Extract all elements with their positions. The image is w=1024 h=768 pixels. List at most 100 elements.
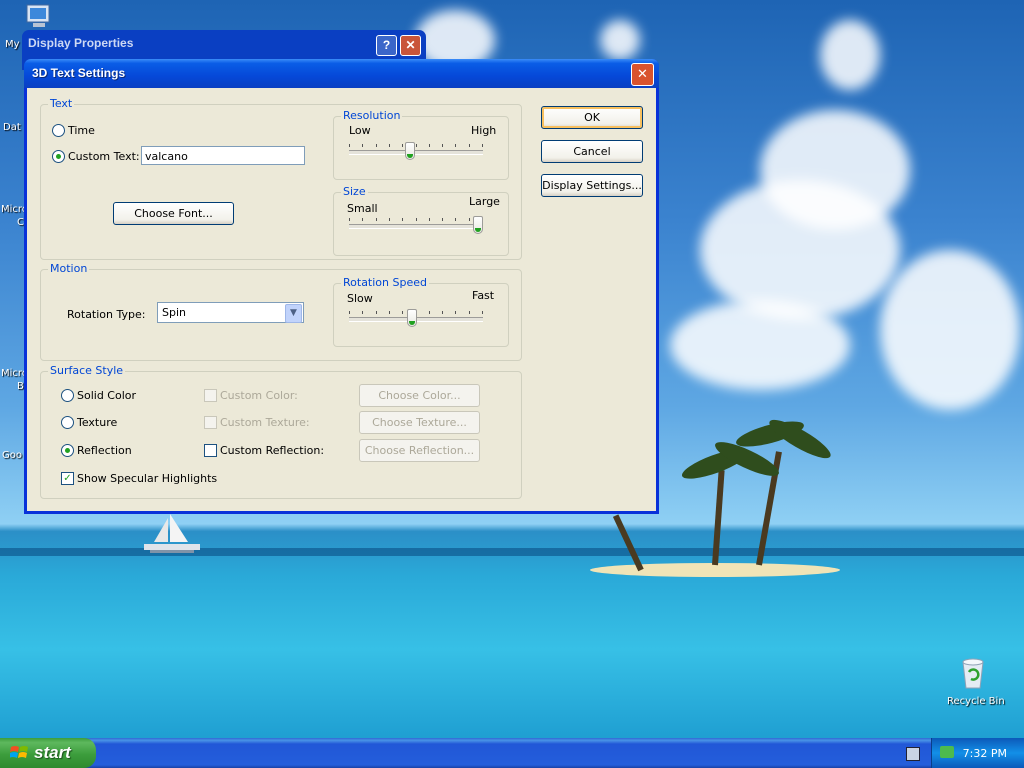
resolution-min-label: Low — [349, 124, 371, 137]
cloud — [760, 110, 910, 230]
palm-trunk — [612, 514, 644, 572]
help-button[interactable]: ? — [376, 35, 397, 56]
custom-texture-label: Custom Texture: — [220, 416, 310, 429]
3d-text-settings-dialog: 3D Text Settings ✕ Text Time Custom Text… — [24, 59, 659, 514]
rotation-speed-max-label: Fast — [472, 289, 495, 302]
close-button[interactable]: ✕ — [400, 35, 421, 56]
rotation-type-label: Rotation Type: — [67, 308, 146, 321]
slider-tick — [402, 218, 403, 221]
slider-tick — [455, 144, 456, 147]
slider-tick — [362, 311, 363, 314]
slider-thumb[interactable] — [405, 142, 415, 160]
slider-tick — [469, 218, 470, 221]
dialog-title-bar[interactable]: 3D Text Settings ✕ — [24, 59, 659, 88]
cloud — [670, 300, 850, 390]
cancel-button[interactable]: Cancel — [541, 140, 643, 163]
size-label: Size — [341, 185, 368, 198]
chevron-down-icon[interactable]: ▼ — [285, 304, 302, 323]
rotation-type-select[interactable]: Spin ▼ — [157, 302, 304, 323]
texture-radio[interactable] — [61, 416, 74, 429]
size-max-label: Large — [469, 195, 500, 208]
slider-thumb[interactable] — [473, 216, 483, 234]
slider-tick — [482, 144, 483, 147]
slider-tick — [442, 144, 443, 147]
slider-thumb[interactable] — [407, 309, 417, 327]
rotation-type-value: Spin — [162, 306, 186, 319]
desktop-icon-label[interactable]: Dat — [3, 122, 21, 133]
custom-color-label: Custom Color: — [220, 389, 298, 402]
desktop-icon-label[interactable]: B — [17, 381, 24, 392]
choose-texture-button[interactable]: Choose Texture... — [359, 411, 480, 434]
recycle-bin-icon[interactable] — [958, 656, 988, 690]
slider-tick — [429, 144, 430, 147]
choose-font-button[interactable]: Choose Font... — [113, 202, 234, 225]
slider-tick — [455, 218, 456, 221]
slider-tick — [389, 218, 390, 221]
slider-tick — [416, 218, 417, 221]
solid-color-radio[interactable] — [61, 389, 74, 402]
desktop-icon-label[interactable]: My — [5, 39, 20, 50]
slider-track[interactable] — [349, 150, 483, 155]
choose-reflection-button[interactable]: Choose Reflection... — [359, 439, 480, 462]
my-computer-icon[interactable] — [24, 4, 54, 30]
recycle-bin-label[interactable]: Recycle Bin — [947, 696, 1005, 707]
reflection-radio[interactable] — [61, 444, 74, 457]
resolution-slider[interactable] — [349, 142, 483, 172]
time-radio[interactable] — [52, 124, 65, 137]
keyboard-icon[interactable] — [906, 747, 920, 761]
cloud — [600, 20, 640, 60]
surface-style-label: Surface Style — [48, 364, 126, 377]
reflection-label[interactable]: Reflection — [77, 444, 132, 457]
start-button[interactable]: start — [0, 738, 96, 768]
slider-tick — [349, 144, 350, 147]
slider-tick — [349, 311, 350, 314]
ok-button[interactable]: OK — [541, 106, 643, 129]
size-slider[interactable] — [349, 216, 483, 246]
custom-texture-checkbox[interactable] — [204, 416, 217, 429]
window-title: Display Properties — [28, 36, 134, 50]
windows-logo-icon — [10, 746, 28, 758]
slider-tick — [362, 144, 363, 147]
custom-text-label[interactable]: Custom Text: — [68, 150, 140, 163]
taskbar: start 7:32 PM — [0, 738, 1024, 768]
slider-tick — [482, 311, 483, 314]
slider-tick — [376, 144, 377, 147]
slider-tick — [376, 311, 377, 314]
cloud — [880, 250, 1020, 410]
slider-tick — [469, 311, 470, 314]
specular-highlights-checkbox[interactable]: ✓ — [61, 472, 74, 485]
custom-reflection-label[interactable]: Custom Reflection: — [220, 444, 324, 457]
custom-reflection-checkbox[interactable] — [204, 444, 217, 457]
slider-tick — [469, 144, 470, 147]
choose-color-button[interactable]: Choose Color... — [359, 384, 480, 407]
system-tray: 7:32 PM — [931, 738, 1024, 768]
network-icon[interactable] — [940, 746, 954, 758]
time-label[interactable]: Time — [68, 124, 95, 137]
dialog-close-button[interactable]: ✕ — [631, 63, 654, 86]
slider-tick — [402, 311, 403, 314]
custom-text-radio[interactable] — [52, 150, 65, 163]
texture-label[interactable]: Texture — [77, 416, 117, 429]
size-min-label: Small — [347, 202, 378, 215]
slider-tick — [389, 311, 390, 314]
custom-text-input[interactable]: valcano — [141, 146, 305, 165]
display-settings-button[interactable]: Display Settings... — [541, 174, 643, 197]
start-label: start — [34, 743, 71, 762]
clock[interactable]: 7:32 PM — [963, 747, 1007, 760]
slider-track[interactable] — [349, 224, 483, 229]
motion-group-label: Motion — [48, 262, 90, 275]
rotation-speed-slider[interactable] — [349, 309, 483, 339]
desktop-icon-label[interactable]: C — [17, 217, 24, 228]
desktop-icon-label[interactable]: Goo — [2, 450, 22, 461]
resolution-label: Resolution — [341, 109, 403, 122]
slider-tick — [429, 218, 430, 221]
resolution-max-label: High — [471, 124, 497, 137]
slider-tick — [402, 144, 403, 147]
custom-color-checkbox[interactable] — [204, 389, 217, 402]
slider-tick — [362, 218, 363, 221]
rotation-speed-min-label: Slow — [347, 292, 373, 305]
solid-color-label[interactable]: Solid Color — [77, 389, 136, 402]
specular-highlights-label[interactable]: Show Specular Highlights — [77, 472, 217, 485]
slider-tick — [416, 144, 417, 147]
slider-tick — [442, 311, 443, 314]
